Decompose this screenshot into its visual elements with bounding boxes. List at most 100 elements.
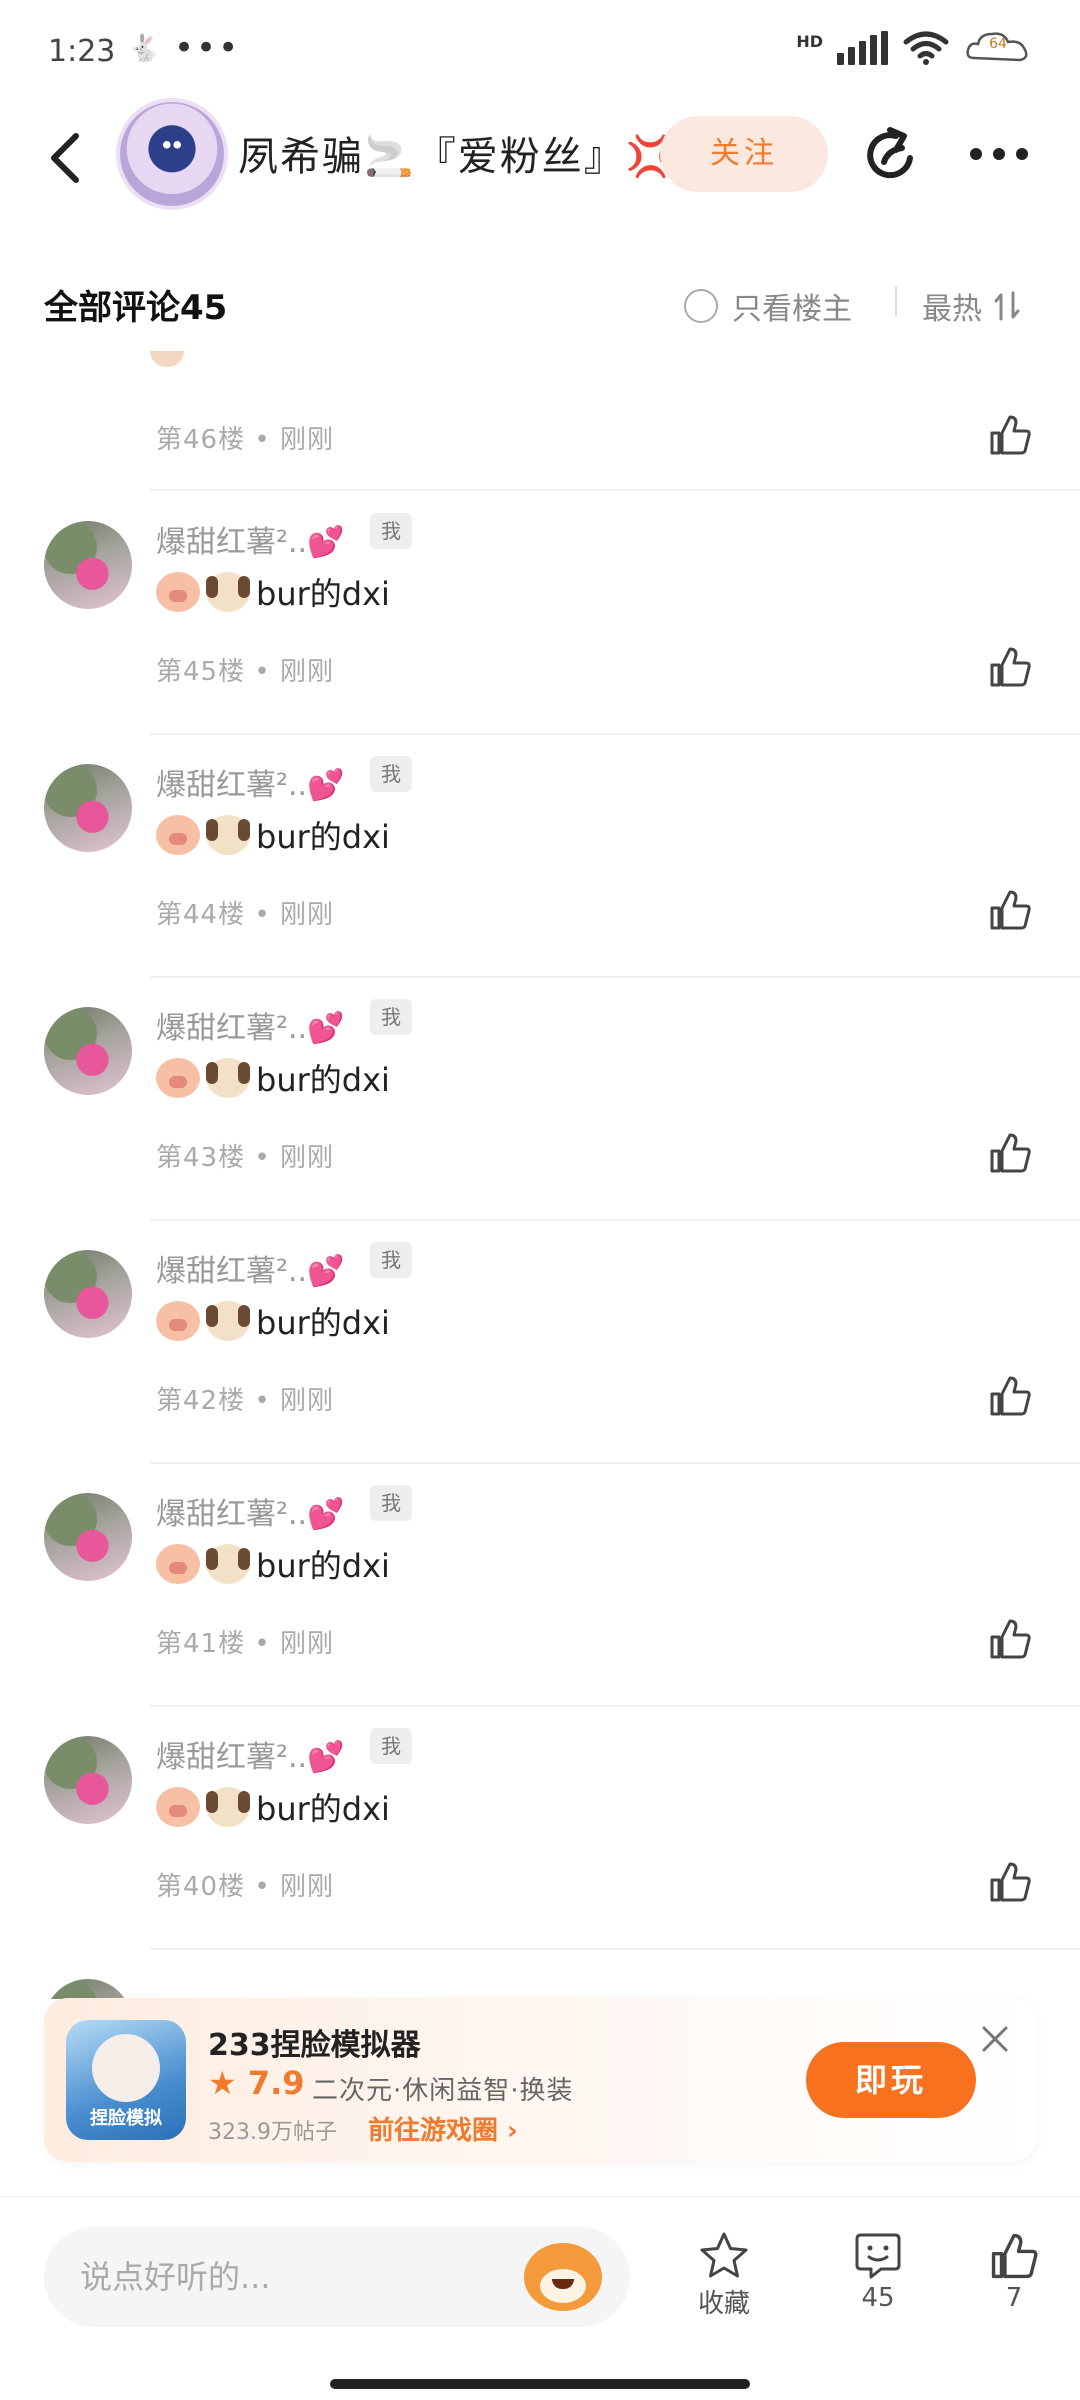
me-badge: 我 — [370, 1242, 412, 1278]
comment-meta: 第41楼 • 刚刚 — [156, 1629, 334, 1659]
comment-item[interactable]: 爆甜红薯²..💕 我 bur的dxi 第44楼 • 刚刚 — [0, 734, 1080, 978]
commenter-name[interactable]: 爆甜红薯²..💕 — [156, 1003, 344, 1047]
commenter-name[interactable]: 爆甜红薯²..💕 — [156, 1732, 344, 1776]
status-bar: 1:23 🐇 ••• HD 64 — [0, 0, 1080, 104]
battery-icon: 64 — [964, 28, 1032, 68]
game-app-icon[interactable]: 捏脸模拟 — [66, 2020, 186, 2140]
comment-button[interactable]: 45 — [830, 2231, 926, 2313]
comment-input-box[interactable] — [44, 2227, 630, 2327]
comment-text-value: bur的dxi — [256, 1547, 390, 1585]
like-icon — [991, 2233, 1038, 2279]
dog-emoji-icon — [206, 572, 250, 612]
comment-item[interactable]: 爆甜红薯²..💕 我 bur的dxi 第42楼 • 刚刚 — [0, 1220, 1080, 1464]
like-count: 7 — [1005, 2283, 1023, 2313]
comment-meta: 第44楼 • 刚刚 — [156, 900, 334, 930]
back-arrow-icon[interactable] — [44, 128, 88, 188]
partial-emoji — [150, 351, 184, 367]
commenter-avatar[interactable] — [44, 1493, 132, 1581]
follow-button[interactable]: 关注 — [660, 116, 828, 192]
sort-label: 最热 — [922, 292, 982, 327]
comment-item[interactable]: 爆甜红薯²..💕 我 bur的dxi 第41楼 • 刚刚 — [0, 1463, 1080, 1707]
close-icon[interactable] — [980, 2024, 1010, 2054]
comment-text: bur的dxi — [156, 1055, 390, 1101]
like-icon[interactable] — [988, 1374, 1032, 1418]
home-indicator[interactable] — [330, 2379, 750, 2389]
commenter-avatar[interactable] — [44, 1007, 132, 1095]
pig-emoji-icon — [156, 1787, 200, 1827]
status-indicators: HD 64 — [796, 28, 1032, 68]
me-badge: 我 — [370, 513, 412, 549]
only-op-toggle[interactable]: 只看楼主 — [684, 284, 852, 328]
network-type: HD — [796, 32, 823, 51]
pig-emoji-icon — [156, 1301, 200, 1341]
comment-meta: 第45楼 • 刚刚 — [156, 657, 334, 687]
comment-meta: 第42楼 • 刚刚 — [156, 1386, 334, 1416]
me-badge: 我 — [370, 756, 412, 792]
dog-emoji-icon — [206, 1787, 250, 1827]
like-icon[interactable] — [988, 1131, 1032, 1175]
play-now-button[interactable]: 即玩 — [806, 2042, 976, 2118]
mascot-icon[interactable] — [524, 2243, 602, 2311]
dog-emoji-icon — [206, 815, 250, 855]
comment-item-partial: 第46楼 • 刚刚 — [0, 345, 1080, 491]
comment-text-value: bur的dxi — [256, 1304, 390, 1342]
signal-icon — [837, 31, 888, 65]
comment-text: bur的dxi — [156, 812, 390, 858]
comment-text: bur的dxi — [156, 1541, 390, 1587]
commenter-name[interactable]: 爆甜红薯²..💕 — [156, 760, 344, 804]
author-avatar[interactable] — [120, 102, 224, 206]
comment-icon — [855, 2233, 901, 2279]
dog-emoji-icon — [206, 1058, 250, 1098]
like-icon[interactable] — [988, 888, 1032, 932]
pig-emoji-icon — [156, 1544, 200, 1584]
commenter-avatar[interactable] — [44, 521, 132, 609]
comment-text-value: bur的dxi — [256, 818, 390, 856]
comment-item[interactable]: 爆甜红薯²..💕 我 bur的dxi 第43楼 • 刚刚 — [0, 977, 1080, 1221]
like-icon[interactable] — [988, 1860, 1032, 1904]
comments-header: 全部评论45 只看楼主 最热 — [0, 270, 1080, 340]
more-icon[interactable] — [968, 132, 1030, 176]
pig-emoji-icon — [156, 572, 200, 612]
collect-label: 收藏 — [697, 2289, 750, 2319]
commenter-avatar[interactable] — [44, 1250, 132, 1338]
pet-icon: 🐇 — [128, 34, 161, 64]
like-icon[interactable] — [988, 645, 1032, 689]
comment-meta: 第40楼 • 刚刚 — [156, 1872, 334, 1902]
commenter-name[interactable]: 爆甜红薯²..💕 — [156, 1246, 344, 1290]
comment-meta: 第46楼 • 刚刚 — [156, 425, 334, 455]
comment-text-value: bur的dxi — [256, 1790, 390, 1828]
comment-text: bur的dxi — [156, 1784, 390, 1830]
like-icon[interactable] — [988, 1617, 1032, 1661]
commenter-name[interactable]: 爆甜红薯²..💕 — [156, 517, 344, 561]
comment-text: bur的dxi — [156, 569, 390, 615]
game-ad-card[interactable]: 捏脸模拟 233捏脸模拟器 ★ 7.9 二次元·休闲益智·换装 323.9万帖子… — [44, 1998, 1036, 2162]
comment-meta: 第43楼 • 刚刚 — [156, 1143, 334, 1173]
battery-level: 64 — [989, 36, 1007, 52]
notification-dots-icon: ••• — [174, 28, 241, 68]
commenter-avatar[interactable] — [44, 1736, 132, 1824]
collect-button[interactable]: 收藏 — [676, 2231, 772, 2320]
comment-text-value: bur的dxi — [256, 1061, 390, 1099]
game-tags: 二次元·休闲益智·换装 — [312, 2076, 574, 2106]
only-op-label: 只看楼主 — [732, 292, 852, 327]
comment-input[interactable] — [80, 2253, 500, 2301]
radio-icon[interactable] — [684, 289, 718, 323]
comment-text: bur的dxi — [156, 1298, 390, 1344]
commenter-name[interactable]: 爆甜红薯²..💕 — [156, 1489, 344, 1533]
share-icon[interactable] — [860, 124, 924, 188]
game-title[interactable]: 233捏脸模拟器 — [208, 2020, 421, 2064]
sort-icon — [994, 291, 1020, 321]
game-circle-link[interactable]: 前往游戏圈 › — [368, 2110, 518, 2147]
me-badge: 我 — [370, 1728, 412, 1764]
author-name[interactable]: 夙希骗🚬『爱粉丝』💢 — [238, 124, 678, 182]
game-icon-label: 捏脸模拟 — [90, 2108, 162, 2129]
comment-item[interactable]: 爆甜红薯²..💕 我 bur的dxi 第45楼 • 刚刚 — [0, 491, 1080, 735]
like-icon[interactable] — [988, 413, 1032, 457]
like-button[interactable]: 7 — [966, 2231, 1062, 2313]
comment-item-partial — [0, 1949, 1080, 1999]
me-badge: 我 — [370, 1485, 412, 1521]
comment-item[interactable]: 爆甜红薯²..💕 我 bur的dxi 第40楼 • 刚刚 — [0, 1706, 1080, 1950]
commenter-avatar[interactable] — [44, 764, 132, 852]
pig-emoji-icon — [156, 815, 200, 855]
sort-button[interactable]: 最热 — [922, 284, 1020, 328]
